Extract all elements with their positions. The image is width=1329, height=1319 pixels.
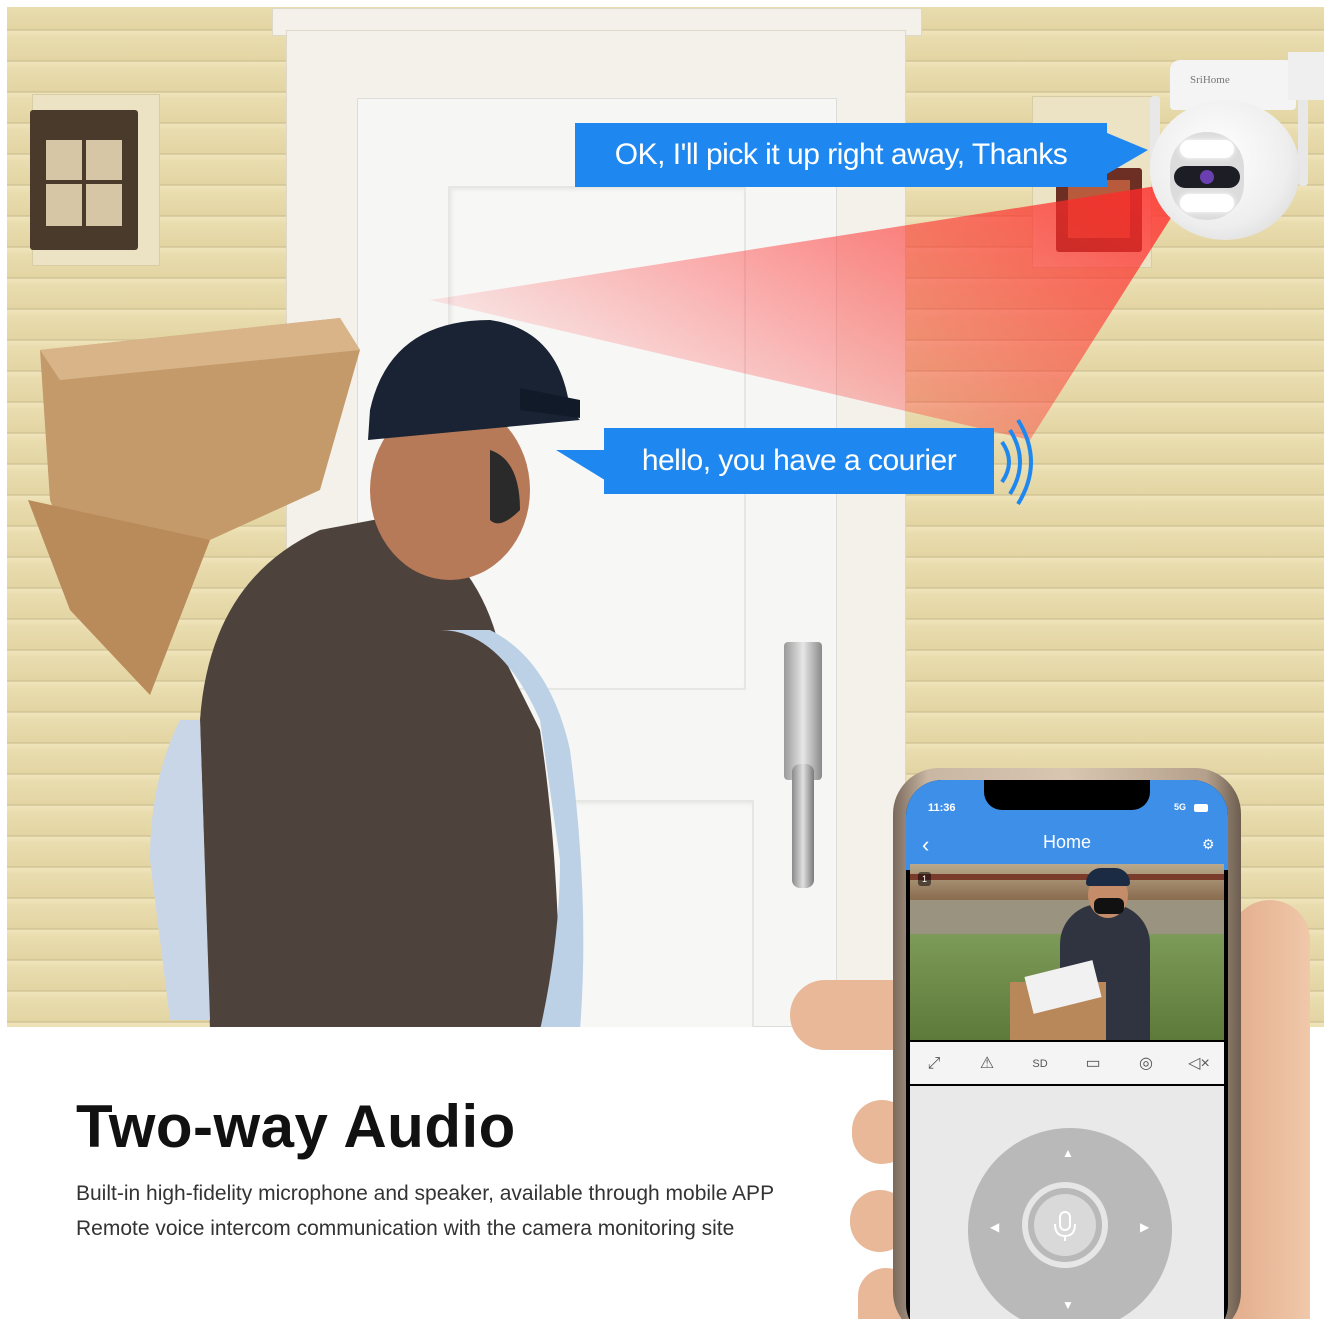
description-line-1: Built-in high-fidelity microphone and sp… (76, 1182, 775, 1205)
live-video-feed[interactable]: 1 (910, 864, 1224, 1040)
video-toolbar: ⤢ ⚠ SD ▭ ◎ ◁× (910, 1042, 1224, 1084)
phone-screen: 11:36 5G ‹ Home ⚙ 1 ⤢ ⚠ SD ▭ ◎ ◁× ▲ ◀ ▶ … (906, 780, 1228, 1319)
camera-face (1170, 132, 1244, 220)
camera-brand: SriHome (1190, 74, 1230, 86)
status-signal: 5G (1174, 802, 1187, 812)
pan-down-icon[interactable]: ▼ (1062, 1298, 1074, 1312)
alarm-icon[interactable]: ⚠ (969, 1050, 1005, 1078)
hand-finger-right (1230, 900, 1310, 1319)
sound-waves-icon (1000, 418, 1033, 506)
bubble-tail-top (1100, 130, 1148, 178)
microphone-button[interactable] (1034, 1194, 1096, 1256)
headline: Two-way Audio (76, 1093, 516, 1160)
pan-left-icon[interactable]: ◀ (990, 1220, 999, 1234)
pan-up-icon[interactable]: ▲ (1062, 1146, 1074, 1160)
product-banner: SriHome OK, I'll pick it up right away, … (0, 0, 1329, 1319)
battery-icon (1194, 804, 1208, 812)
ptz-control-area: ▲ ◀ ▶ ▼ (910, 1086, 1224, 1319)
app-title: Home (1042, 832, 1091, 852)
courier-greeting-bubble: hello, you have a courier (604, 428, 994, 494)
record-icon[interactable]: ▭ (1075, 1050, 1111, 1078)
description-line-2: Remote voice intercom communication with… (76, 1217, 735, 1240)
camera-reply-bubble: OK, I'll pick it up right away, Thanks (575, 123, 1107, 187)
fullscreen-icon[interactable]: ⤢ (916, 1050, 952, 1078)
microphone-icon (1054, 1211, 1076, 1241)
bubble-tail-courier (556, 450, 608, 482)
pan-right-icon[interactable]: ▶ (1140, 1220, 1149, 1234)
snapshot-icon[interactable]: ◎ (1128, 1050, 1164, 1078)
mute-icon[interactable]: ◁× (1181, 1050, 1217, 1078)
video-badge: 1 (918, 872, 932, 886)
app-bar: 11:36 5G ‹ Home ⚙ (906, 780, 1228, 870)
courier (150, 320, 584, 1027)
sd-quality-button[interactable]: SD (1022, 1050, 1058, 1078)
status-time: 11:36 (928, 802, 956, 814)
phone-notch (984, 780, 1150, 810)
settings-gear-icon[interactable]: ⚙ (1202, 836, 1215, 853)
camera-wall-bracket (1288, 52, 1324, 100)
